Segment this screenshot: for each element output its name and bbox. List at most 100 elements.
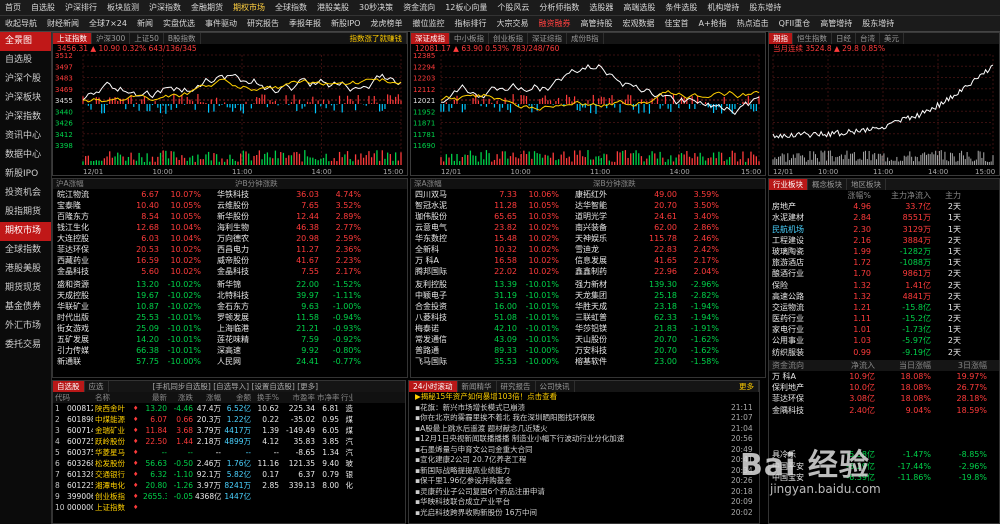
sidebar-item[interactable]: 外汇市场 [0,317,51,336]
watchlist-row[interactable]: 10 000000 上证指数 ♦ [53,502,405,513]
sidebar-item[interactable]: 股指期货 [0,203,51,222]
news-item[interactable]: ▪华映科技联合成立产业平台 20:09 [409,497,759,508]
rank-row[interactable]: 中颖电子 31.19 -10.01% 天龙集团 25.18 -2.82% [411,290,765,301]
menu-item[interactable]: 沪深指数 [144,0,186,15]
tab[interactable]: 行业板块 [769,179,808,190]
rank-row[interactable]: 常发通信 43.09 -10.01% 天山股份 20.70 -1.62% [411,334,765,345]
flow-row[interactable]: 金隅科技 2.40亿 9.04% 18.59% [769,405,999,416]
menu-item[interactable]: 自选股 [26,0,60,15]
tab[interactable]: B股指数 [164,33,201,44]
sector-row[interactable]: 医药行业 1.11 -15.2亿 2天 [769,313,999,324]
sector-row[interactable]: 旅游酒店 1.72 -1088万 1天 [769,257,999,268]
menu-item[interactable]: 30秒决策 [354,0,398,15]
tab[interactable]: 沪深300 [92,33,131,44]
watchlist-row[interactable]: 8 601225 湘潭电化 ♦ 20.80 -1.26 3.97万 8241万 2.85 339.… [53,480,405,491]
sidebar-item[interactable]: 数据中心 [0,146,51,165]
rank-row[interactable]: 合金投资 16.00 -10.01% 华胜天成 23.18 -1.94% [411,301,765,312]
rank-row[interactable]: 天成控股 19.67 -10.02% 北特科技 39.97 -1.11% [53,290,407,301]
watchlist-row[interactable]: 4 600725 跃岭股份 ♦ 22.50 1.44 2.18万 4899万 4.12 35.83… [53,436,405,447]
menu-item[interactable]: 高端选股 [618,0,660,15]
news-item[interactable]: ▪A股最上跳水后遥渡 题材献念几近矮火 21:04 [409,424,759,435]
menu-item[interactable]: 条件选股 [660,0,702,15]
news-item[interactable]: ▪宣化建康2公司 20.7亿养老工程 20:41 [409,455,759,466]
tab[interactable]: 恒生指数 [793,33,832,44]
sidebar-item[interactable]: 基金债券 [0,298,51,317]
watchlist-row[interactable]: 7 601328 交通银行 ♦ 6.32 -1.10 92.1万 5.82亿 0.17 6.37 0… [53,469,405,480]
tab[interactable]: 研究报告 [497,381,536,392]
sidebar-item[interactable]: 期权市场 [0,222,51,241]
sector-row[interactable]: 公用事业 1.03 -5.97亿 2天 [769,335,999,346]
sector-row[interactable]: 房地产 4.96 33.7亿 2天 [769,201,999,212]
news-item[interactable]: ▪你在北京的雾霾里挨不着北 我在深圳晒阳图找环保股 21:07 [409,413,759,424]
tab[interactable]: 24小时滚动 [409,381,458,392]
rank-row[interactable]: 友利控股 13.39 -10.01% 强力新材 139.30 -2.96% [411,279,765,290]
tab[interactable]: 上证指数 [53,33,92,44]
news-title[interactable]: ▪灵康药业子公司复国6个药品注册申请 [409,487,731,498]
submenu-item[interactable]: QFII重仓 [774,16,816,31]
sz-index-chart[interactable]: 12385 12294 12203 12112 12021 11952 11871 11781… [411,53,765,175]
tab[interactable]: 美元 [880,33,904,44]
sidebar-item[interactable]: 资讯中心 [0,127,51,146]
submenu-item[interactable]: 撤位监控 [407,16,449,31]
submenu-item[interactable]: 宏观数据 [617,16,659,31]
flow-row[interactable]: 万 科A 10.9亿 18.08% 19.97% [769,371,999,382]
menu-item[interactable]: 首页 [0,0,26,15]
sector-row[interactable]: 民航机场 2.30 3129万 1天 [769,224,999,235]
sidebar-item[interactable]: 沪深指数 [0,108,51,127]
rank-row[interactable]: 四川双马 7.33 10.06% 康拓红外 49.00 3.59% [411,189,765,200]
news-title[interactable]: ▪宣化建康2公司 20.7亿养老工程 [409,455,731,466]
rank-row[interactable]: 街女游戏 25.09 -10.01% 上海临港 21.21 -0.93% [53,323,407,334]
news-item[interactable]: ▶揭秘15年资产如何暴增103倍！点击查看 [409,392,759,403]
rank-row[interactable]: 梅泰诺 42.10 -10.01% 华莎铝镁 21.83 -1.91% [411,323,765,334]
submenu-item[interactable]: 高管持股 [575,16,617,31]
submenu-item[interactable]: 股东增持 [857,16,899,31]
rank-row[interactable]: 智冠水泥 11.28 10.05% 达华智能 20.70 3.50% [411,200,765,211]
tab[interactable]: 成份B指 [567,33,604,44]
submenu-item[interactable]: 实盘优选 [158,16,200,31]
tab[interactable]: 地区板块 [847,179,886,190]
sidebar-item[interactable]: 全景图 [0,32,51,51]
rank-row[interactable]: 五矿发展 14.20 -10.01% 莲花味精 7.59 -0.92% [53,334,407,345]
news-title[interactable]: ▶揭秘15年资产如何暴增103倍！点击查看 [409,392,731,403]
sector-row[interactable]: 工程建设 2.16 3884万 2天 [769,235,999,246]
tab[interactable]: 期指 [769,33,793,44]
submenu-item[interactable]: 事件驱动 [200,16,242,31]
rank-row[interactable]: 时代出版 25.53 -10.01% 罗顿发展 11.58 -0.94% [53,312,407,323]
news-item[interactable]: ▪12月1日央视新闻联播播播 制造业小幅下行波动行业分化加速 20:56 [409,434,759,445]
news-title[interactable]: ▪A股最上跳水后遥渡 题材献念几近矮火 [409,424,731,435]
news-title[interactable]: ▪石墨烯量与申育文公司金重大合同 [409,445,731,456]
sector-row[interactable]: 保险 1.32 1.41亿 2天 [769,280,999,291]
watchlist-row[interactable]: 1 000812 陕西金叶 ♦ 13.20 -4.46 47.4万 6.52亿 10.62 225… [53,403,405,414]
tab[interactable]: 创业板指 [489,33,528,44]
menu-item[interactable]: 沪深排行 [60,0,102,15]
rank-row[interactable]: 华东数控 15.48 10.02% 天神娱乐 115.78 2.46% [411,233,765,244]
rank-row[interactable]: 引力传媒 66.38 -10.01% 深高速 9.92 -0.80% [53,345,407,356]
submenu-item[interactable]: 佳宝首 [659,16,693,31]
tab[interactable]: 台湾 [856,33,880,44]
submenu-item[interactable]: 季报年报 [284,16,326,31]
rank-row[interactable]: 盛和资源 13.20 -10.02% 新华锦 22.00 -1.52% [53,279,407,290]
menu-item[interactable]: 资金流向 [398,0,440,15]
rank-row[interactable]: 菲达环保 20.53 10.02% 西昌电力 11.27 2.36% [53,244,407,255]
sector-row[interactable]: 纺织服装 0.99 -9.19亿 2天 [769,347,999,358]
menu-item[interactable]: 港股美股 [312,0,354,15]
menu-item[interactable]: 个股风云 [492,0,534,15]
rank-row[interactable]: 钱江生化 12.68 10.04% 海利生物 46.38 2.77% [53,222,407,233]
watchlist-row[interactable]: 9 399006创业板指 ♦ 2655.34 -0.054368亿1447亿 [53,491,405,502]
tab[interactable]: 上证50 [130,33,164,44]
sidebar-item[interactable]: 期货现货 [0,279,51,298]
submenu-item[interactable]: 热点追击 [732,16,774,31]
tab-watchlist[interactable]: 自选股 [53,381,85,392]
tab[interactable]: 日经 [832,33,856,44]
rank-row[interactable]: 飞马国际 35.53 -10.00% 榕基软件 23.00 -1.58% [411,356,765,367]
flow-row[interactable] [769,427,999,438]
sidebar-item[interactable]: 全球指数 [0,241,51,260]
news-item[interactable]: ▪灵康药业子公司复国6个药品注册申请 20:18 [409,487,759,498]
news-item[interactable]: ▪保千里1.96亿参设并购基金 20:26 [409,476,759,487]
tab[interactable]: 新闻精华 [458,381,497,392]
flow-row[interactable] [769,416,999,427]
rank-row[interactable]: 普路通 89.33 -10.00% 万安科技 20.70 -1.62% [411,345,765,356]
tab-candidate[interactable]: 应选 [85,381,109,392]
sector-row[interactable]: 高速公路 1.32 4841万 2天 [769,291,999,302]
sidebar-item[interactable]: 港股美股 [0,260,51,279]
